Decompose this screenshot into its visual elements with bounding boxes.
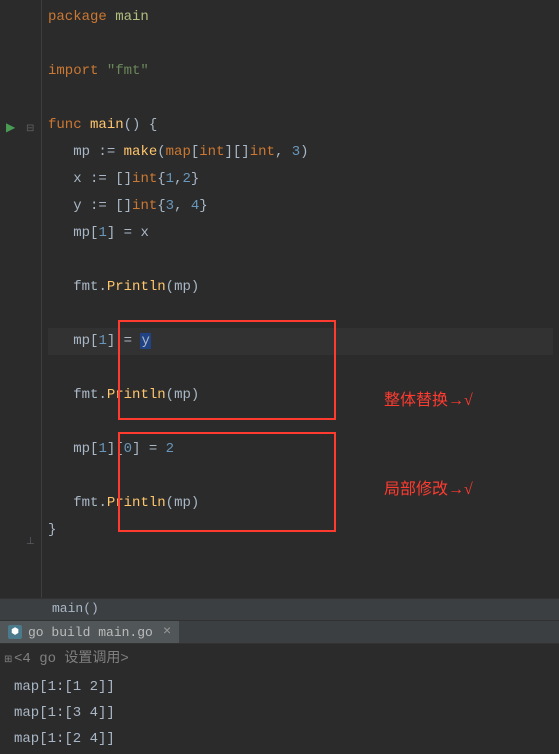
op: := (90, 144, 124, 160)
string: "fmt" (107, 63, 149, 79)
package-name: main (115, 9, 149, 25)
editor-gutter: ▶ ⊟ ⊥ (0, 0, 42, 598)
code-editor[interactable]: ▶ ⊟ ⊥ package main import "fmt" func mai… (0, 0, 559, 598)
console-header[interactable]: ⊞<4 go 设置调用> (0, 646, 559, 674)
console-line: map[1:[2 4]] (0, 726, 559, 752)
breadcrumb[interactable]: main() (0, 598, 559, 620)
expand-icon[interactable]: ⊞ (4, 648, 14, 674)
tab-label: go build main.go (28, 625, 153, 640)
annotation-text: 整体替换→√ (384, 387, 473, 414)
keyword: func (48, 117, 82, 133)
function-name: main (90, 117, 124, 133)
console-line: map[1:[1 2]] (0, 674, 559, 700)
build-tab[interactable]: ⬢ go build main.go × (0, 621, 179, 643)
cursor-variable: y (140, 333, 150, 349)
go-icon: ⬢ (8, 625, 22, 639)
tool-tab-bar: ⬢ go build main.go × (0, 620, 559, 644)
console-output[interactable]: ⊞<4 go 设置调用> map[1:[1 2]] map[1:[3 4]] m… (0, 644, 559, 754)
keyword: import (48, 63, 98, 79)
fold-icon[interactable]: ⊥ (26, 536, 35, 548)
ident: mp (73, 144, 90, 160)
fold-icon[interactable]: ⊟ (26, 123, 34, 135)
builtin: make (124, 144, 158, 160)
code-content[interactable]: package main import "fmt" func main() { … (42, 0, 559, 598)
annotation-text: 局部修改→√ (384, 476, 473, 503)
punct: () { (124, 117, 158, 133)
console-line: map[1:[3 4]] (0, 700, 559, 726)
run-icon[interactable]: ▶ (6, 120, 15, 135)
keyword: package (48, 9, 107, 25)
close-icon[interactable]: × (163, 624, 171, 640)
breadcrumb-item[interactable]: main() (52, 601, 99, 616)
